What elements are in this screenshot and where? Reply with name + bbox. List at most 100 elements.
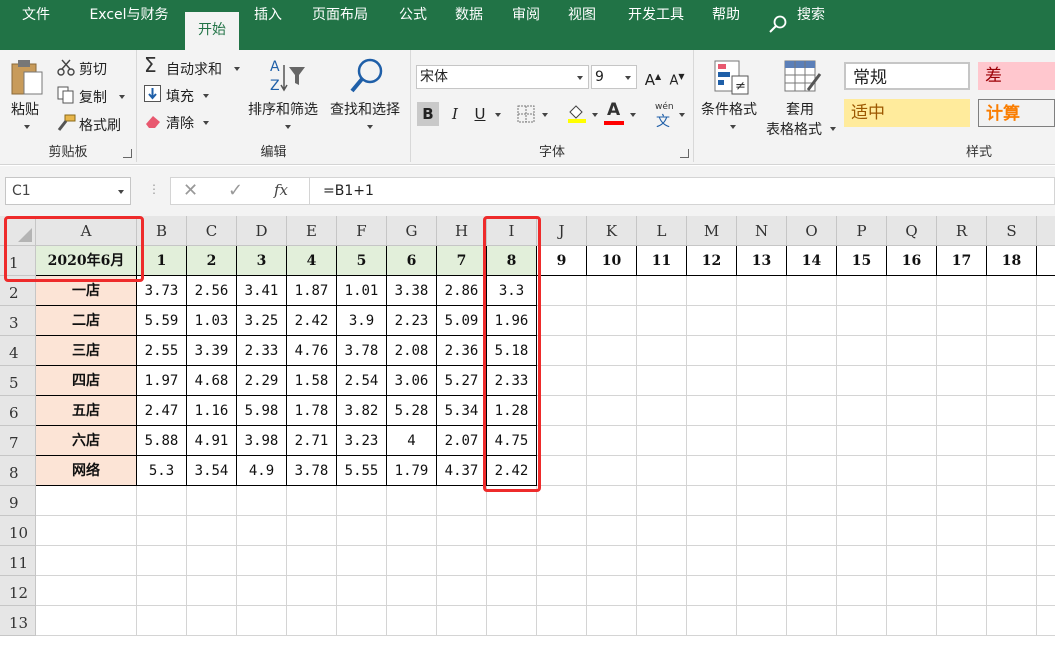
cell[interactable] — [887, 366, 937, 396]
cell[interactable] — [237, 606, 287, 636]
cell[interactable] — [137, 516, 187, 546]
cell[interactable] — [487, 516, 537, 546]
cell[interactable] — [687, 576, 737, 606]
cell-value[interactable]: 2.42 — [287, 306, 337, 336]
cell[interactable] — [887, 456, 937, 486]
cell[interactable] — [987, 366, 1037, 396]
cell-value[interactable]: 1.79 — [387, 456, 437, 486]
cell-value[interactable]: 3.9 — [337, 306, 387, 336]
formula-input[interactable]: =B1+1 — [310, 177, 1055, 205]
cell-day-header[interactable]: 5 — [337, 246, 387, 276]
cell[interactable] — [587, 396, 637, 426]
cell[interactable] — [287, 546, 337, 576]
cell[interactable] — [887, 396, 937, 426]
cell[interactable] — [687, 486, 737, 516]
cell[interactable] — [36, 606, 137, 636]
cell-day-header[interactable]: 13 — [737, 246, 787, 276]
cell-day-header[interactable]: 15 — [837, 246, 887, 276]
cell[interactable] — [637, 486, 687, 516]
cell-value[interactable]: 5.98 — [237, 396, 287, 426]
cell-value[interactable]: 2.42 — [487, 456, 537, 486]
row-header-2[interactable]: 2 — [0, 276, 36, 306]
worksheet-grid[interactable]: A B C D E F G H I J K L M N O P Q R S 1 2 3 4 5 6 7 8 9 10 11 12 13 2020… — [0, 216, 1055, 652]
cell[interactable] — [687, 306, 737, 336]
cell-day-header[interactable]: 7 — [437, 246, 487, 276]
cell[interactable] — [837, 276, 887, 306]
cell[interactable] — [237, 576, 287, 606]
italic-button[interactable]: I — [444, 102, 466, 126]
insert-function-icon[interactable]: fx — [274, 181, 288, 199]
cell-value[interactable]: 2.33 — [237, 336, 287, 366]
cell[interactable] — [537, 516, 587, 546]
cell[interactable] — [937, 456, 987, 486]
cell[interactable] — [137, 546, 187, 576]
cell-value[interactable]: 5.59 — [137, 306, 187, 336]
cell[interactable] — [36, 546, 137, 576]
cell[interactable] — [737, 396, 787, 426]
cell-value[interactable]: 2.56 — [187, 276, 237, 306]
cell[interactable] — [537, 396, 587, 426]
cell[interactable] — [687, 276, 737, 306]
cell[interactable] — [337, 606, 387, 636]
cell-value[interactable]: 4.9 — [237, 456, 287, 486]
column-header-g[interactable]: G — [387, 216, 437, 246]
cell[interactable] — [1037, 546, 1055, 576]
cell[interactable] — [487, 486, 537, 516]
row-header-8[interactable]: 8 — [0, 456, 36, 486]
cell-store-name[interactable]: 一店 — [36, 276, 137, 306]
cell-day-header[interactable]: 12 — [687, 246, 737, 276]
cell[interactable] — [837, 366, 887, 396]
cell[interactable] — [637, 396, 687, 426]
cell[interactable] — [187, 486, 237, 516]
cell[interactable] — [587, 426, 637, 456]
cell[interactable] — [937, 426, 987, 456]
cell[interactable] — [637, 336, 687, 366]
cell[interactable] — [537, 486, 587, 516]
cell[interactable] — [637, 606, 687, 636]
dialog-launcher-icon[interactable] — [123, 149, 132, 158]
cell[interactable] — [137, 486, 187, 516]
cell[interactable] — [937, 606, 987, 636]
cell[interactable] — [587, 576, 637, 606]
cell[interactable] — [237, 546, 287, 576]
cell[interactable] — [1037, 426, 1055, 456]
select-all-corner[interactable] — [0, 216, 36, 246]
cell[interactable] — [837, 426, 887, 456]
column-header-k[interactable]: K — [587, 216, 637, 246]
cell[interactable] — [787, 546, 837, 576]
cell-value[interactable]: 2.54 — [337, 366, 387, 396]
style-bad[interactable]: 差 — [978, 62, 1055, 90]
cell-value[interactable]: 4.37 — [437, 456, 487, 486]
cell-value[interactable]: 2.08 — [387, 336, 437, 366]
column-header-f[interactable]: F — [337, 216, 387, 246]
cell[interactable] — [787, 336, 837, 366]
cell-day-header[interactable]: 3 — [237, 246, 287, 276]
cell[interactable] — [737, 366, 787, 396]
column-header-h[interactable]: H — [437, 216, 487, 246]
cell[interactable] — [987, 516, 1037, 546]
name-box[interactable]: C1 — [5, 177, 131, 205]
column-header-o[interactable]: O — [787, 216, 837, 246]
cell-value[interactable]: 5.55 — [337, 456, 387, 486]
cell-value[interactable]: 2.33 — [487, 366, 537, 396]
cell[interactable] — [537, 336, 587, 366]
cell[interactable] — [737, 486, 787, 516]
cell-value[interactable]: 3.39 — [187, 336, 237, 366]
cell[interactable] — [937, 396, 987, 426]
cell[interactable] — [36, 486, 137, 516]
grow-font-button[interactable]: A▲ — [642, 65, 664, 89]
cell[interactable] — [287, 606, 337, 636]
cell[interactable] — [837, 546, 887, 576]
cell-value[interactable]: 3.23 — [337, 426, 387, 456]
cell[interactable] — [787, 486, 837, 516]
cell[interactable] — [787, 366, 837, 396]
cell[interactable] — [987, 576, 1037, 606]
cell[interactable] — [787, 516, 837, 546]
cell[interactable] — [337, 516, 387, 546]
cell[interactable] — [237, 486, 287, 516]
cell[interactable] — [987, 276, 1037, 306]
cell-value[interactable]: 2.29 — [237, 366, 287, 396]
cell-store-name[interactable]: 五店 — [36, 396, 137, 426]
cell[interactable] — [937, 486, 987, 516]
column-header-c[interactable]: C — [187, 216, 237, 246]
